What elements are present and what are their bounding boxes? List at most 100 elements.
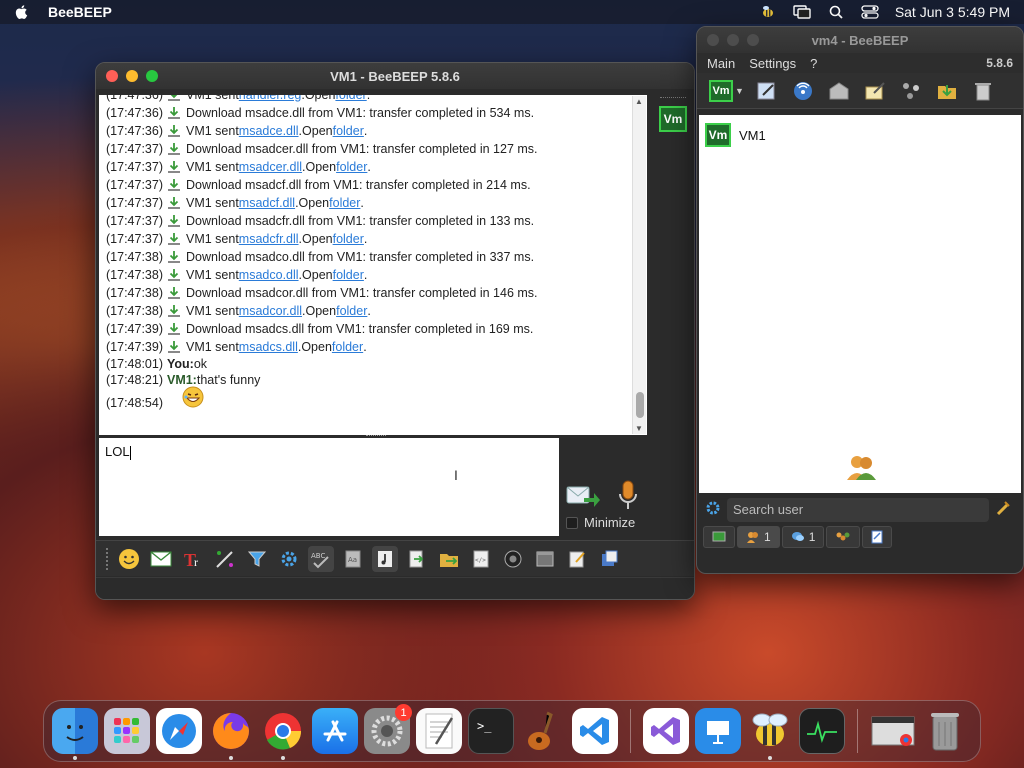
chat-history[interactable]: (17:47:36) VM1 sent handler.reg .Open fol… [99, 95, 647, 435]
bee-icon[interactable] [759, 4, 777, 20]
dock-system-settings-icon[interactable]: 1 [364, 704, 412, 754]
message-input[interactable]: LOL I [99, 438, 559, 536]
menu-main[interactable]: Main [707, 56, 735, 71]
close-button[interactable] [707, 34, 719, 46]
code-snippet-icon[interactable]: </> [468, 546, 494, 572]
dock-screenshot-icon[interactable] [870, 708, 916, 754]
file-link[interactable]: msadco.dll [239, 266, 299, 284]
folder-link[interactable]: folder [329, 194, 360, 212]
menu-settings[interactable]: Settings [749, 56, 796, 71]
title-bar[interactable]: vm4 - BeeBEEP [697, 27, 1023, 53]
trash-icon[interactable] [970, 78, 996, 104]
tab-files[interactable] [862, 526, 893, 548]
dock-firefox-icon[interactable] [208, 708, 254, 760]
folder-link[interactable]: folder [332, 338, 363, 356]
dock-vscode-icon[interactable] [572, 708, 618, 754]
clock[interactable]: Sat Jun 3 5:49 PM [895, 4, 1010, 20]
dock-beebeep-icon[interactable] [747, 708, 793, 760]
emoticon-icon[interactable] [116, 546, 142, 572]
send-folder-icon[interactable] [436, 546, 462, 572]
email-icon[interactable] [148, 546, 174, 572]
chat-scrollbar[interactable]: ▲ ▼ [632, 96, 646, 434]
folder-link[interactable]: folder [335, 95, 366, 104]
dock-garageband-icon[interactable] [520, 708, 566, 754]
file-link[interactable]: handler.reg [239, 95, 302, 104]
settings-gear-icon[interactable] [276, 546, 302, 572]
search-icon[interactable] [827, 4, 845, 20]
minimize-button[interactable] [126, 70, 138, 82]
dock-trash-icon[interactable] [922, 708, 968, 754]
user-list-item[interactable]: Vm VM1 [699, 115, 1021, 155]
dictionary-icon[interactable]: Aa [340, 546, 366, 572]
clear-search-icon[interactable] [995, 500, 1011, 521]
file-link[interactable]: msadcf.dll [239, 194, 295, 212]
dock-visual-studio-icon[interactable] [643, 708, 689, 754]
file-link[interactable]: msadcor.dll [239, 302, 302, 320]
zoom-button[interactable] [146, 70, 158, 82]
dock-launchpad-icon[interactable] [104, 708, 150, 754]
toolbar-grip[interactable] [106, 547, 110, 570]
user-avatar-badge[interactable]: Vm [659, 106, 687, 132]
tab-users[interactable]: 1 [737, 526, 780, 548]
file-link[interactable]: msadce.dll [239, 122, 299, 140]
screen-mirroring-icon[interactable] [793, 4, 811, 20]
scroll-down-arrow-icon[interactable]: ▼ [635, 424, 643, 433]
window-icon[interactable] [532, 546, 558, 572]
network-icon[interactable] [898, 78, 924, 104]
minimize-checkbox[interactable] [566, 516, 578, 529]
folder-link[interactable]: folder [336, 302, 367, 320]
folder-link[interactable]: folder [336, 158, 367, 176]
scroll-up-arrow-icon[interactable]: ▲ [635, 97, 643, 106]
write-note-icon[interactable] [862, 78, 888, 104]
tab-groups[interactable] [826, 526, 861, 548]
app-name[interactable]: BeeBEEP [48, 4, 112, 20]
transfer-icon [167, 95, 181, 102]
close-button[interactable] [106, 70, 118, 82]
dock-activity-monitor-icon[interactable] [799, 708, 845, 754]
dock-chrome-icon[interactable] [260, 708, 306, 760]
spellcheck-icon[interactable]: ABC [308, 545, 334, 572]
file-link[interactable]: msadcfr.dll [239, 230, 299, 248]
file-link[interactable]: msadcer.dll [239, 158, 302, 176]
edit-profile-icon[interactable] [754, 78, 780, 104]
control-center-icon[interactable] [861, 4, 879, 20]
dock-safari-icon[interactable] [156, 708, 202, 754]
text-format-icon[interactable]: Tr [180, 546, 206, 572]
message-box-icon[interactable] [826, 78, 852, 104]
minimize-button[interactable] [727, 34, 739, 46]
color-pick-icon[interactable] [212, 546, 238, 572]
save-chat-icon[interactable] [596, 546, 622, 572]
dock-finder-icon[interactable] [52, 708, 98, 760]
dock-textedit-icon[interactable] [416, 708, 462, 754]
microphone-icon[interactable] [617, 479, 639, 513]
search-user-input[interactable]: Search user [727, 498, 989, 522]
screenshot-camera-icon[interactable] [500, 546, 526, 572]
search-settings-icon[interactable] [705, 500, 721, 521]
title-bar[interactable]: VM1 - BeeBEEP 5.8.6 [96, 63, 694, 89]
zoom-button[interactable] [747, 34, 759, 46]
folder-link[interactable]: folder [333, 266, 364, 284]
dock-terminal-icon[interactable]: >_ [468, 708, 514, 754]
notes-icon[interactable] [564, 546, 590, 572]
apple-logo-icon[interactable] [14, 4, 30, 20]
download-folder-icon[interactable] [934, 78, 960, 104]
folder-link[interactable]: folder [333, 230, 364, 248]
dock-keynote-icon[interactable] [695, 708, 741, 754]
drag-handle[interactable] [660, 97, 686, 100]
scrollbar-thumb[interactable] [636, 392, 644, 418]
contacts-window: vm4 - BeeBEEP Main Settings ? 5.8.6 Vm ▼… [696, 26, 1024, 574]
user-list[interactable]: Vm VM1 [699, 115, 1021, 493]
send-file-icon[interactable] [404, 546, 430, 572]
menu-help[interactable]: ? [810, 56, 817, 71]
music-note-icon[interactable] [372, 545, 398, 572]
file-link[interactable]: msadcs.dll [239, 338, 298, 356]
tab-chats[interactable]: 1 [781, 526, 825, 548]
folder-link[interactable]: folder [333, 122, 364, 140]
tab-screen[interactable] [703, 526, 735, 548]
status-selector[interactable]: Vm ▼ [709, 79, 744, 102]
filter-icon[interactable] [244, 546, 270, 572]
broadcast-icon[interactable] [790, 78, 816, 104]
send-button[interactable] [566, 481, 600, 511]
minimize-option[interactable]: Minimize [566, 515, 635, 530]
dock-app-store-icon[interactable] [312, 708, 358, 754]
